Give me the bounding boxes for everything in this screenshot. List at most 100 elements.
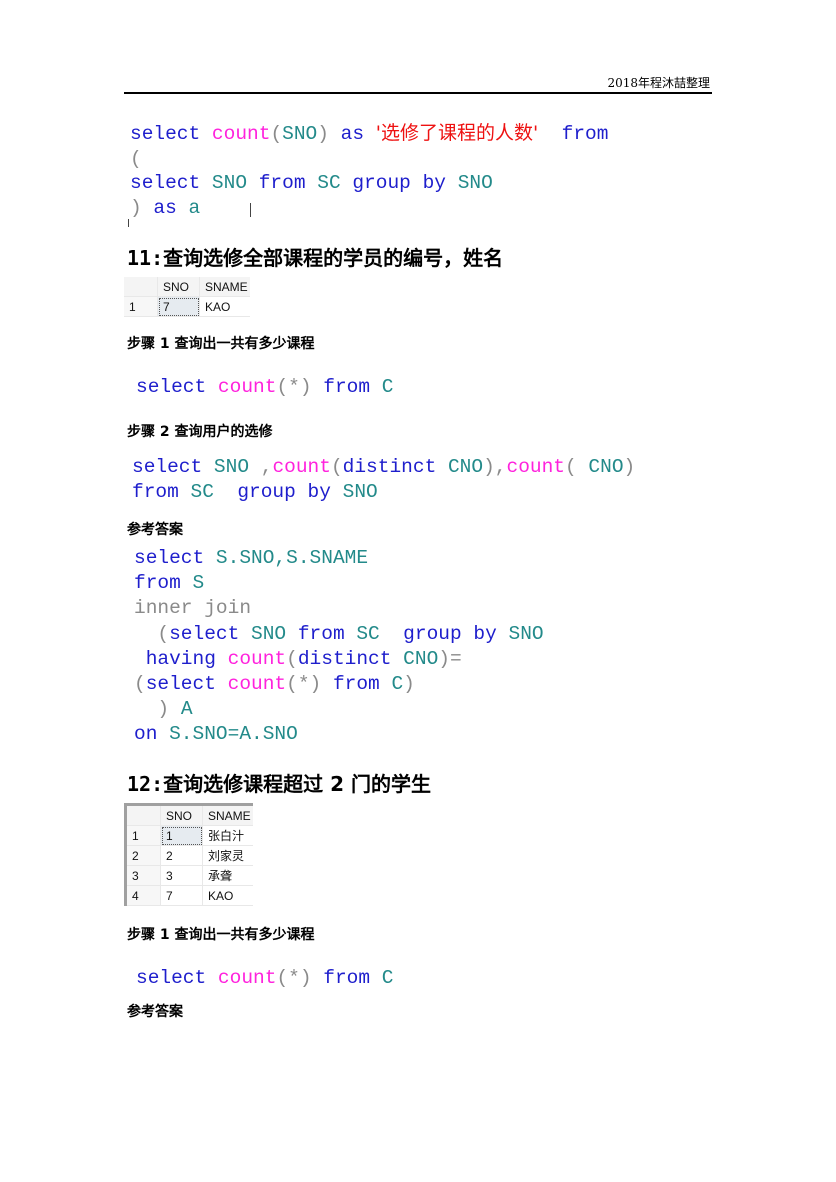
code-token: ( <box>286 647 298 670</box>
step-heading: 步骤 2 查询用户的选修 <box>127 424 273 440</box>
code-token: select <box>169 622 240 645</box>
code-block-count-courses-q12: select count(*) from C <box>136 966 393 991</box>
code-token: select <box>136 967 207 989</box>
code-token: SNO <box>282 123 318 145</box>
code-token: select <box>130 123 201 145</box>
result-header-row: SNO SNAME <box>125 804 253 826</box>
cell-sno[interactable]: 2 <box>160 845 203 866</box>
cell-sname[interactable]: 张白汁 <box>202 825 253 846</box>
code-string: '选修了课程的人数' <box>375 122 539 144</box>
result-row: 2 2 刘家灵 <box>125 845 253 866</box>
text-cursor-icon <box>250 203 251 217</box>
cell-sname[interactable]: KAO <box>199 296 250 317</box>
code-token: on <box>134 723 158 746</box>
code-token: ( <box>330 456 343 478</box>
cell-sname[interactable]: KAO <box>202 885 253 906</box>
code-token: )= <box>438 647 462 670</box>
result-grid-q11: SNO SNAME 1 7 KAO <box>124 277 250 317</box>
code-token: group by <box>237 480 331 503</box>
code-token: SNO <box>213 456 250 478</box>
row-number[interactable]: 3 <box>125 865 161 886</box>
cell-sno[interactable]: 1 <box>160 825 203 846</box>
code-token: count <box>211 123 271 145</box>
code-token: from <box>297 622 345 645</box>
code-token: ( <box>270 123 283 145</box>
code-token: inner join <box>134 597 252 620</box>
code-token: ( <box>565 456 577 478</box>
caret-icon <box>128 219 129 227</box>
code-token: ) <box>623 456 636 478</box>
code-token: select <box>132 456 203 478</box>
code-token: count <box>227 673 287 696</box>
section-number: 12: <box>127 772 164 796</box>
result-header-row: SNO SNAME <box>124 277 250 297</box>
code-token: SNO <box>251 622 287 645</box>
header-cell-sno[interactable]: SNO <box>160 804 203 826</box>
code-token: count <box>272 456 331 478</box>
cell-sno[interactable]: 7 <box>157 296 200 317</box>
row-number[interactable]: 4 <box>125 885 161 906</box>
code-token: select <box>145 673 216 696</box>
code-token: ( <box>130 147 142 170</box>
cell-sno[interactable]: 3 <box>160 865 203 886</box>
code-token: SNO <box>211 172 248 194</box>
step-heading: 步骤 1 查询出一共有多少课程 <box>127 927 315 943</box>
code-token: select <box>130 172 201 194</box>
code-token: ) <box>130 196 142 219</box>
header-cell <box>124 277 158 297</box>
code-token: having <box>145 647 216 670</box>
row-number[interactable]: 2 <box>125 845 161 866</box>
code-token: C <box>381 376 394 398</box>
section-text: 查询选修全部课程的学员的编号，姓名 <box>163 246 504 270</box>
result-row: 4 7 KAO <box>125 885 253 906</box>
cell-sno[interactable]: 7 <box>160 885 203 906</box>
result-row: 1 1 张白汁 <box>125 825 253 846</box>
code-token: ( <box>134 673 146 696</box>
code-token: (*) <box>276 967 312 989</box>
code-token: C <box>391 673 404 696</box>
row-number[interactable]: 1 <box>124 296 158 317</box>
code-token: count <box>217 967 277 989</box>
answer-heading: 参考答案 <box>127 522 183 538</box>
section-title-q12: 12:查询选修课程超过 2 门的学生 <box>127 768 431 797</box>
code-token: (*) <box>276 376 312 398</box>
code-token: count <box>227 647 287 670</box>
code-token: SC <box>317 172 341 194</box>
code-token: distinct <box>297 647 392 670</box>
page-header-text: 2018年程沐喆整理 <box>607 76 710 90</box>
header-rule <box>124 92 712 94</box>
header-cell-sname[interactable]: SNAME <box>202 804 253 826</box>
header-cell-sname[interactable]: SNAME <box>199 277 250 297</box>
section-title-q11: 11:查询选修全部课程的学员的编号，姓名 <box>127 242 503 271</box>
code-token: ( <box>157 622 170 645</box>
code-token: from <box>332 673 380 696</box>
code-token: ) <box>403 673 415 696</box>
code-token: A <box>180 698 193 721</box>
code-token: count <box>506 456 566 478</box>
header-cell <box>125 804 161 826</box>
code-token: CNO <box>588 456 624 478</box>
code-token: S.SNO,S.SNAME <box>215 547 369 569</box>
code-token: distinct <box>342 456 437 478</box>
cell-sname[interactable]: 承聋 <box>202 865 253 886</box>
code-token: (*) <box>286 673 322 696</box>
result-row: 3 3 承聋 <box>125 865 253 886</box>
section-number: 11: <box>127 246 164 270</box>
header-cell-sno[interactable]: SNO <box>157 277 200 297</box>
code-token: SNO <box>342 480 378 503</box>
code-token: , <box>260 456 273 478</box>
code-block-answer-q11: select S.SNO,S.SNAME from S inner join (… <box>134 546 544 748</box>
code-token: C <box>381 967 394 989</box>
cell-sname[interactable]: 刘家灵 <box>202 845 253 866</box>
code-token: group by <box>403 622 497 645</box>
code-token: select <box>136 376 207 398</box>
row-number[interactable]: 1 <box>125 825 161 846</box>
answer-heading: 参考答案 <box>127 1004 183 1020</box>
code-token: count <box>217 376 277 398</box>
code-token: SC <box>356 622 380 645</box>
code-token: ) <box>157 698 170 721</box>
code-token: CNO <box>403 647 439 670</box>
code-token: SNO <box>508 622 544 645</box>
code-token: a <box>188 196 201 219</box>
step-heading: 步骤 1 查询出一共有多少课程 <box>127 336 315 352</box>
